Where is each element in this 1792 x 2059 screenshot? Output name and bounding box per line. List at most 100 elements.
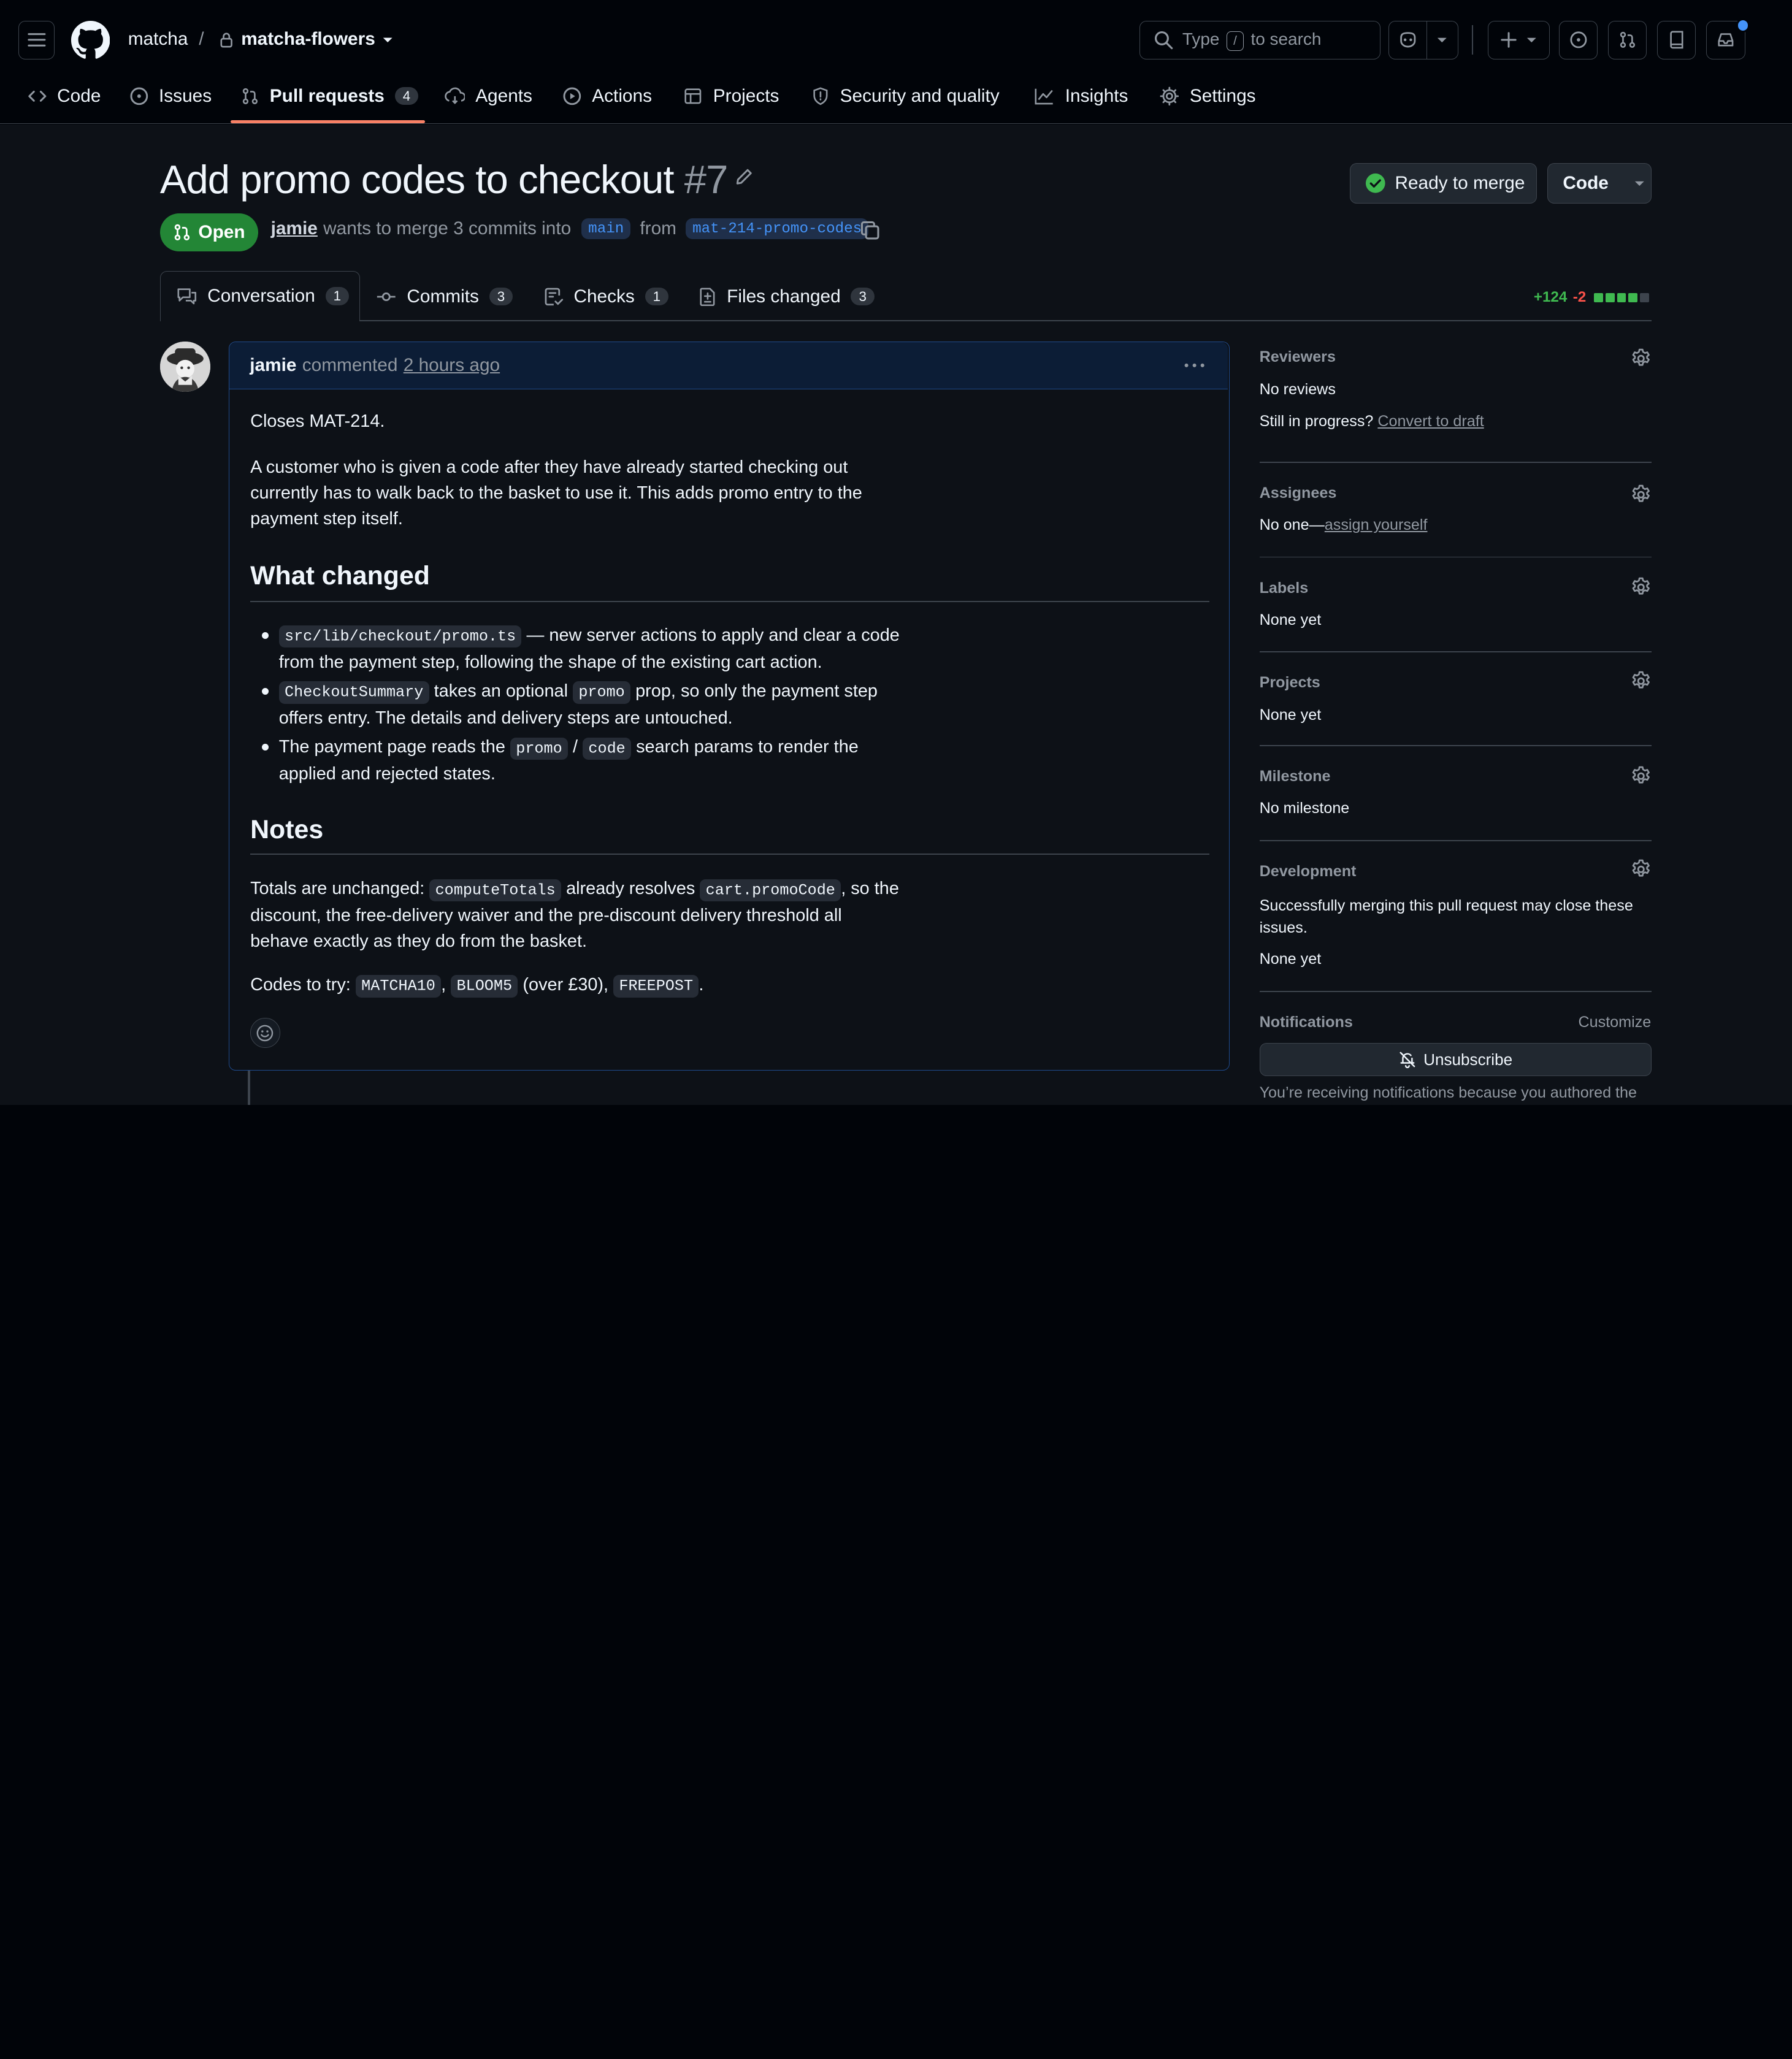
chevron-down-icon[interactable]: [381, 34, 394, 46]
bullet-dot: [261, 632, 269, 639]
additions-count: +124: [1533, 289, 1568, 306]
github-logo-icon[interactable]: [71, 20, 110, 59]
nav-insights[interactable]: Insights: [1034, 71, 1128, 121]
pull-requests-shortcut-button[interactable]: [1607, 20, 1647, 59]
projects-heading[interactable]: Projects: [1260, 674, 1320, 692]
search-input[interactable]: Type / to search: [1139, 20, 1381, 59]
list-item-text: /: [573, 737, 578, 757]
issues-shortcut-button[interactable]: [1558, 20, 1598, 59]
list-item: CheckoutSummary takes an optional promo …: [278, 679, 878, 732]
inline-code: computeTotals: [429, 879, 562, 902]
inline-code: CheckoutSummary: [278, 681, 429, 704]
milestone-heading[interactable]: Milestone: [1260, 768, 1331, 785]
pr-from-text: from: [640, 218, 676, 239]
gear-icon[interactable]: [1631, 859, 1652, 885]
active-tab-indicator: [231, 120, 426, 124]
base-branch[interactable]: main: [581, 218, 631, 240]
search-icon: [1154, 30, 1173, 50]
pr-author-link[interactable]: jamie: [271, 218, 318, 239]
nav-pull-requests-count: 4: [394, 86, 419, 105]
file-diff-icon: [699, 287, 717, 307]
tab-commits[interactable]: Commits 3: [376, 272, 513, 321]
copilot-menu-button[interactable]: [1426, 20, 1458, 59]
draft-prompt: Still in progress? Convert to draft: [1260, 413, 1484, 430]
nav-code[interactable]: Code: [28, 71, 101, 121]
inline-code: code: [583, 737, 632, 760]
inline-code: FREEPOST: [613, 975, 699, 998]
tab-checks[interactable]: Checks 1: [544, 272, 669, 321]
code-dropdown-button[interactable]: Code: [1547, 163, 1652, 204]
tab-conversation[interactable]: Conversation 1: [159, 270, 360, 321]
nav-projects[interactable]: Projects: [683, 71, 779, 121]
add-reaction-button[interactable]: [250, 1018, 280, 1048]
unsubscribe-label: Unsubscribe: [1423, 1050, 1513, 1069]
nav-pull-requests[interactable]: Pull requests 4: [241, 71, 419, 121]
projects-value: None yet: [1259, 706, 1322, 724]
customize-link[interactable]: Customize: [1578, 1014, 1651, 1031]
pencil-icon[interactable]: [733, 167, 754, 193]
list-item-text: — new server actions to apply and clear …: [526, 625, 900, 645]
comment-timestamp[interactable]: 2 hours ago: [404, 355, 500, 376]
ready-to-merge-label: Ready to merge: [1395, 173, 1525, 194]
copilot-button[interactable]: [1388, 20, 1428, 59]
nav-security-label: Security and quality: [840, 85, 1000, 106]
list-item-text: offers entry. The details and delivery s…: [278, 708, 733, 728]
tab-files-changed-label: Files changed: [727, 286, 841, 307]
tab-files-changed[interactable]: Files changed 3: [699, 272, 875, 321]
pr-title: Add promo codes to checkout #7: [160, 156, 729, 202]
gear-icon[interactable]: [1631, 484, 1652, 510]
labels-heading[interactable]: Labels: [1260, 579, 1309, 597]
comment-line: payment step itself.: [250, 508, 403, 529]
nav-agents[interactable]: Agents: [445, 71, 532, 121]
gear-icon[interactable]: [1631, 671, 1652, 697]
notification-reason: You’re receiving notifications because y…: [1259, 1084, 1637, 1102]
inline-code: BLOOM5: [451, 975, 518, 998]
ready-to-merge-button[interactable]: Ready to merge: [1349, 163, 1537, 204]
heading-rule: [250, 601, 1209, 603]
pr-meta: jamie wants to merge 3 commits into main…: [271, 218, 873, 240]
inline-code: promo: [573, 681, 631, 704]
list-item-text: The payment page reads the: [278, 737, 505, 757]
deletions-count: -2: [1572, 289, 1587, 306]
nav-issues-label: Issues: [159, 85, 212, 106]
nav-pull-requests-label: Pull requests: [269, 85, 385, 106]
nav-security[interactable]: Security and quality: [811, 71, 1000, 121]
avatar[interactable]: [159, 342, 210, 392]
nav-actions[interactable]: Actions: [562, 71, 652, 121]
comment-text: .: [699, 974, 704, 995]
menu-button[interactable]: [18, 20, 55, 59]
breadcrumb-repo[interactable]: matcha-flowers: [241, 29, 375, 50]
unsubscribe-button[interactable]: Unsubscribe: [1259, 1043, 1652, 1077]
nav-agents-label: Agents: [475, 85, 532, 106]
sidebar-divider: [1259, 839, 1652, 841]
development-heading[interactable]: Development: [1260, 863, 1357, 881]
sidebar-divider: [1259, 990, 1652, 992]
triangle-down-icon: [1436, 36, 1448, 45]
bell-slash-icon: [1398, 1050, 1417, 1069]
git-commit-icon: [376, 289, 397, 305]
comment-author[interactable]: jamie: [250, 355, 296, 376]
copy-icon[interactable]: [859, 220, 881, 246]
nav-settings[interactable]: Settings: [1160, 71, 1256, 121]
breadcrumb-owner[interactable]: matcha: [128, 29, 188, 50]
create-new-button[interactable]: [1488, 20, 1550, 59]
triangle-down-icon: [1526, 36, 1537, 45]
nav-issues[interactable]: Issues: [129, 71, 212, 121]
assign-yourself-link[interactable]: assign yourself: [1325, 516, 1428, 533]
unread-notification-dot: [1736, 18, 1750, 32]
gear-icon[interactable]: [1631, 348, 1652, 374]
reviewers-heading[interactable]: Reviewers: [1260, 348, 1336, 366]
head-branch[interactable]: mat-214-promo-codes: [685, 218, 869, 240]
draft-question: Still in progress?: [1259, 412, 1374, 430]
tab-checks-count: 1: [645, 287, 669, 306]
assignees-text: No one—: [1259, 516, 1325, 534]
kebab-horizontal-icon[interactable]: [1183, 356, 1206, 380]
gear-icon[interactable]: [1631, 577, 1652, 603]
repositories-shortcut-button[interactable]: [1657, 20, 1696, 59]
gear-icon[interactable]: [1631, 766, 1652, 792]
list-item-text: applied and rejected states.: [278, 764, 496, 784]
assignees-heading[interactable]: Assignees: [1260, 484, 1337, 502]
issue-opened-icon: [1569, 31, 1588, 49]
convert-to-draft-link[interactable]: Convert to draft: [1377, 413, 1484, 430]
copilot-icon: [1398, 31, 1419, 49]
